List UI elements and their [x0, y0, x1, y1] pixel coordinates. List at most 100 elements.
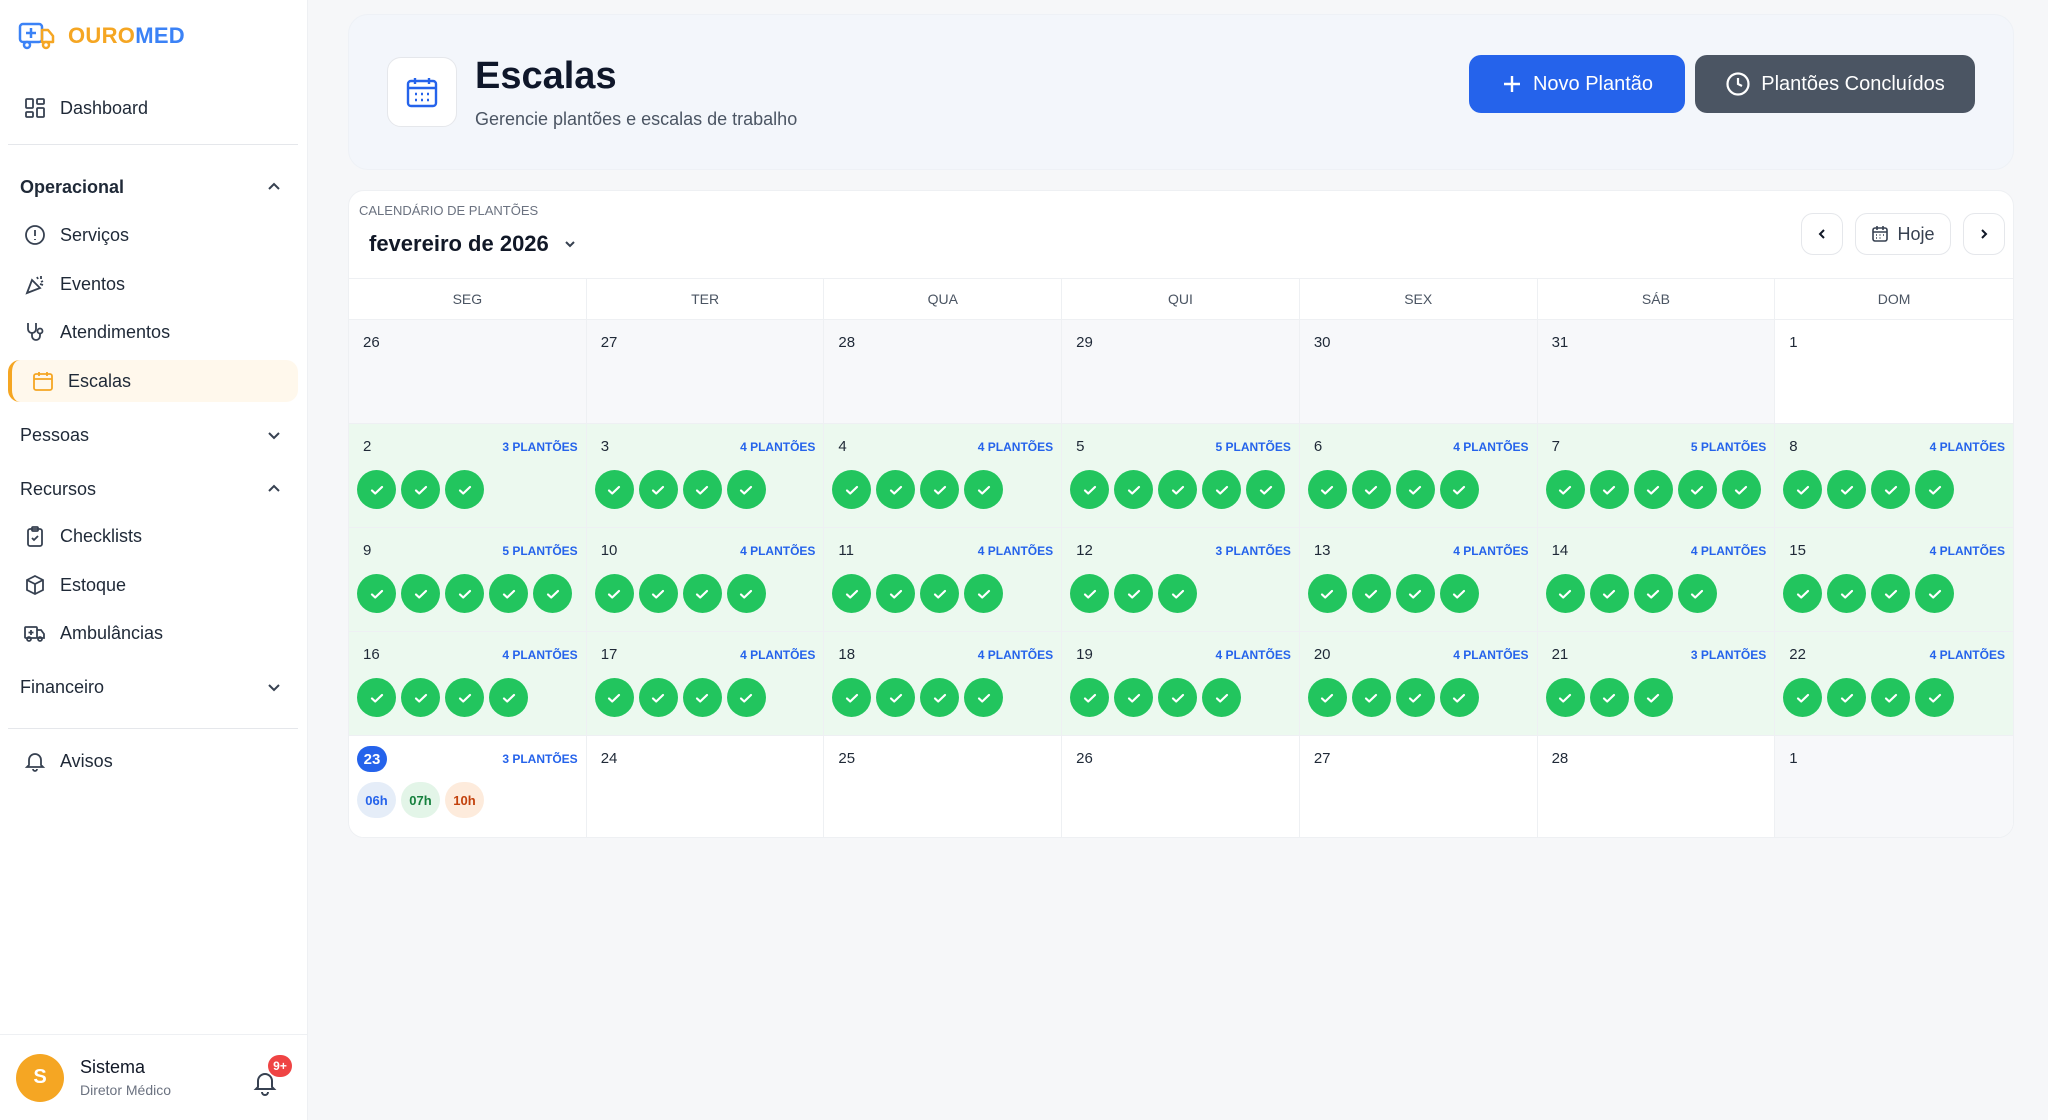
completed-shift-check-icon[interactable]	[401, 574, 440, 613]
completed-shift-check-icon[interactable]	[1783, 678, 1823, 717]
completed-shift-check-icon[interactable]	[1307, 574, 1347, 613]
calendar-day-cell[interactable]: 4 4 PLANTÕES	[824, 423, 1063, 527]
user-profile[interactable]: S Sistema Diretor Médico 9+	[0, 1034, 308, 1120]
completed-shift-check-icon[interactable]	[1114, 470, 1154, 509]
completed-shift-check-icon[interactable]	[1070, 574, 1110, 613]
next-month-button[interactable]	[1963, 213, 2005, 255]
completed-shift-check-icon[interactable]	[1114, 574, 1154, 613]
completed-shift-check-icon[interactable]	[445, 678, 484, 717]
completed-shift-check-icon[interactable]	[726, 574, 766, 613]
shift-count[interactable]: 4 PLANTÕES	[978, 544, 1053, 558]
completed-shift-check-icon[interactable]	[1439, 470, 1479, 509]
completed-shift-check-icon[interactable]	[1307, 678, 1347, 717]
completed-shift-check-icon[interactable]	[1395, 574, 1435, 613]
completed-shift-check-icon[interactable]	[1545, 678, 1585, 717]
completed-shift-check-icon[interactable]	[638, 574, 678, 613]
calendar-day-cell[interactable]: 18 4 PLANTÕES	[824, 631, 1063, 735]
completed-shift-check-icon[interactable]	[357, 574, 396, 613]
completed-shift-check-icon[interactable]	[357, 678, 396, 717]
shift-count[interactable]: 5 PLANTÕES	[1215, 440, 1290, 454]
completed-shift-check-icon[interactable]	[726, 470, 766, 509]
today-button[interactable]: Hoje	[1855, 213, 1951, 255]
completed-shift-check-icon[interactable]	[638, 470, 678, 509]
completed-shift-check-icon[interactable]	[876, 470, 916, 509]
calendar-day-cell[interactable]: 27	[586, 319, 825, 423]
calendar-day-cell[interactable]: 1	[1775, 735, 2013, 837]
sidebar-section-operacional[interactable]: Operacional	[20, 172, 282, 202]
completed-shift-check-icon[interactable]	[920, 678, 960, 717]
completed-shift-check-icon[interactable]	[1827, 470, 1867, 509]
completed-shift-check-icon[interactable]	[1545, 574, 1585, 613]
shift-count[interactable]: 4 PLANTÕES	[740, 648, 815, 662]
completed-shift-check-icon[interactable]	[832, 470, 872, 509]
completed-shift-check-icon[interactable]	[1202, 678, 1242, 717]
completed-shift-check-icon[interactable]	[682, 678, 722, 717]
completed-shift-check-icon[interactable]	[1307, 470, 1347, 509]
calendar-day-cell[interactable]: 14 4 PLANTÕES	[1537, 527, 1776, 631]
calendar-day-cell[interactable]: 9 5 PLANTÕES	[349, 527, 587, 631]
calendar-day-cell[interactable]: 31	[1537, 319, 1776, 423]
calendar-day-cell[interactable]: 1	[1775, 319, 2013, 423]
calendar-day-cell[interactable]: 11 4 PLANTÕES	[824, 527, 1063, 631]
shift-count[interactable]: 4 PLANTÕES	[1930, 440, 2005, 454]
completed-shift-check-icon[interactable]	[1545, 470, 1585, 509]
sidebar-item-servicos[interactable]: Serviços	[8, 214, 298, 256]
shift-count[interactable]: 5 PLANTÕES	[502, 544, 577, 558]
calendar-day-cell[interactable]: 26	[349, 319, 587, 423]
calendar-day-cell[interactable]: 21 3 PLANTÕES	[1537, 631, 1776, 735]
completed-shift-check-icon[interactable]	[1633, 470, 1673, 509]
completed-shift-check-icon[interactable]	[1351, 470, 1391, 509]
sidebar-item-dashboard[interactable]: Dashboard	[8, 87, 298, 129]
completed-shift-check-icon[interactable]	[1783, 574, 1823, 613]
sidebar-section-pessoas[interactable]: Pessoas	[20, 420, 282, 450]
completed-shift-check-icon[interactable]	[594, 678, 634, 717]
completed-shift-check-icon[interactable]	[1439, 678, 1479, 717]
shift-count[interactable]: 3 PLANTÕES	[1691, 648, 1766, 662]
calendar-day-cell[interactable]: 22 4 PLANTÕES	[1775, 631, 2013, 735]
sidebar-item-avisos[interactable]: Avisos	[8, 740, 298, 782]
completed-shift-check-icon[interactable]	[1915, 470, 1955, 509]
completed-shift-check-icon[interactable]	[1633, 574, 1673, 613]
calendar-day-cell[interactable]: 12 3 PLANTÕES	[1062, 527, 1300, 631]
completed-shift-check-icon[interactable]	[1395, 470, 1435, 509]
completed-shift-check-icon[interactable]	[876, 678, 916, 717]
completed-shift-check-icon[interactable]	[1633, 678, 1673, 717]
calendar-day-cell[interactable]: 23 3 PLANTÕES 06h 07h 10h	[349, 735, 587, 837]
calendar-day-cell[interactable]: 29	[1062, 319, 1300, 423]
completed-shift-check-icon[interactable]	[445, 470, 484, 509]
completed-shift-check-icon[interactable]	[1827, 678, 1867, 717]
shift-count[interactable]: 4 PLANTÕES	[1215, 648, 1290, 662]
shift-count[interactable]: 5 PLANTÕES	[1691, 440, 1766, 454]
completed-shift-check-icon[interactable]	[920, 574, 960, 613]
shift-count[interactable]: 4 PLANTÕES	[978, 440, 1053, 454]
calendar-day-cell[interactable]: 7 5 PLANTÕES	[1537, 423, 1776, 527]
completed-shift-check-icon[interactable]	[832, 574, 872, 613]
completed-shift-check-icon[interactable]	[489, 574, 528, 613]
shift-count[interactable]: 4 PLANTÕES	[1930, 648, 2005, 662]
completed-shift-check-icon[interactable]	[1070, 470, 1110, 509]
completed-shift-check-icon[interactable]	[726, 678, 766, 717]
completed-shift-check-icon[interactable]	[1439, 574, 1479, 613]
calendar-day-cell[interactable]: 19 4 PLANTÕES	[1062, 631, 1300, 735]
sidebar-item-checklists[interactable]: Checklists	[8, 515, 298, 557]
calendar-day-cell[interactable]: 28	[1537, 735, 1776, 837]
calendar-day-cell[interactable]: 20 4 PLANTÕES	[1299, 631, 1538, 735]
completed-shift-check-icon[interactable]	[594, 470, 634, 509]
sidebar-item-eventos[interactable]: Eventos	[8, 263, 298, 305]
shift-count[interactable]: 4 PLANTÕES	[1453, 544, 1528, 558]
shift-count[interactable]: 4 PLANTÕES	[978, 648, 1053, 662]
completed-shift-check-icon[interactable]	[638, 678, 678, 717]
completed-shift-check-icon[interactable]	[1158, 470, 1198, 509]
shift-count[interactable]: 4 PLANTÕES	[740, 544, 815, 558]
shift-time-chip[interactable]: 10h	[445, 782, 484, 818]
completed-shift-check-icon[interactable]	[1589, 574, 1629, 613]
calendar-day-cell[interactable]: 15 4 PLANTÕES	[1775, 527, 2013, 631]
completed-shift-check-icon[interactable]	[1677, 470, 1717, 509]
calendar-day-cell[interactable]: 5 5 PLANTÕES	[1062, 423, 1300, 527]
calendar-day-cell[interactable]: 30	[1299, 319, 1538, 423]
shift-count[interactable]: 4 PLANTÕES	[1691, 544, 1766, 558]
sidebar-item-estoque[interactable]: Estoque	[8, 564, 298, 606]
month-selector[interactable]: fevereiro de 2026	[369, 231, 577, 257]
new-shift-button[interactable]: Novo Plantão	[1469, 55, 1685, 113]
completed-shift-check-icon[interactable]	[682, 470, 722, 509]
